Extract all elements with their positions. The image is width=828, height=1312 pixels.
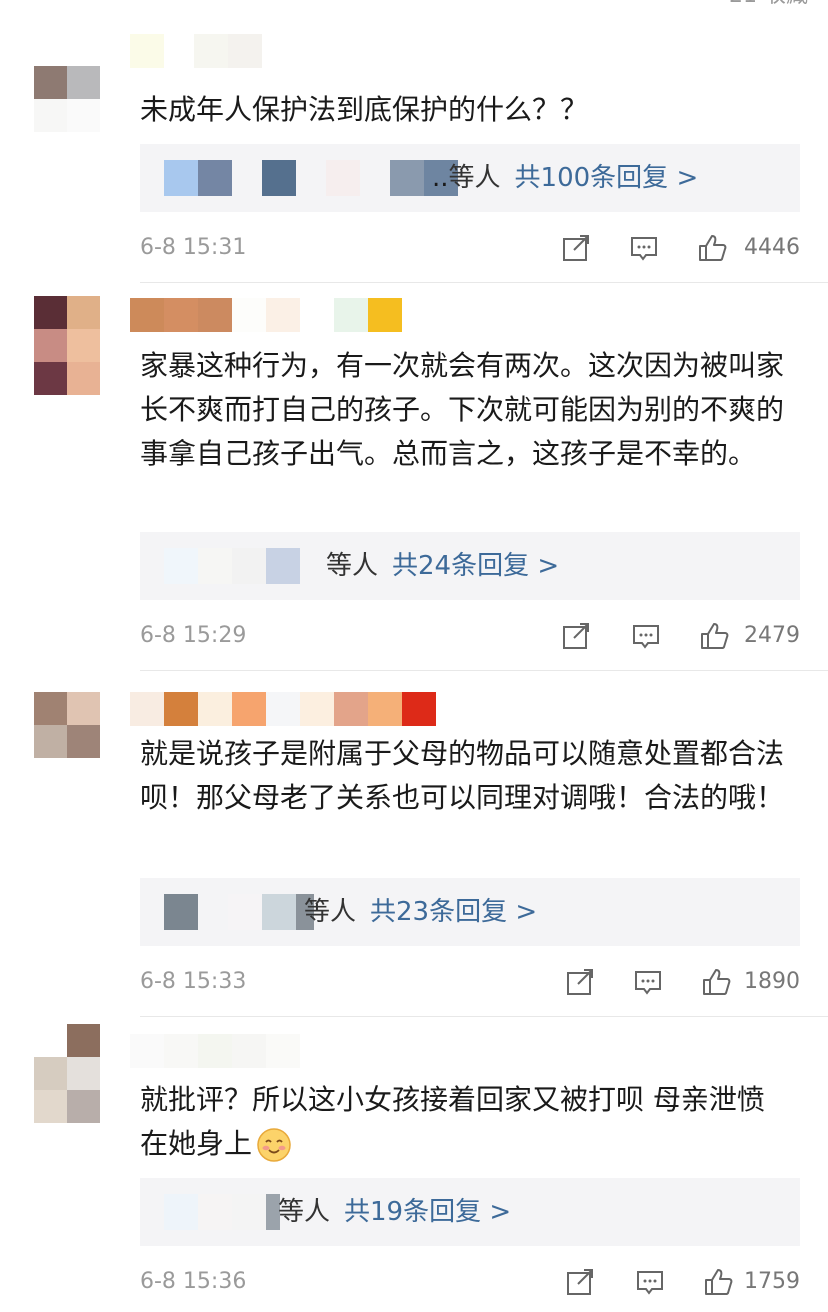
- replies-box[interactable]: 等人 共19条回复 >: [140, 1178, 800, 1246]
- thumbs-up-icon[interactable]: [700, 966, 732, 998]
- username-blurred[interactable]: [130, 298, 402, 332]
- comment-icon[interactable]: [632, 966, 664, 998]
- comment-meta: 6-8 15:33 1890: [140, 962, 800, 1002]
- like-count: 1890: [744, 969, 800, 994]
- comment-meta: 6-8 15:29 2479: [140, 616, 800, 656]
- username-blurred[interactable]: [130, 692, 436, 726]
- reply-etc-label: 等人: [278, 1197, 331, 1227]
- replies-box[interactable]: 等人 共24条回复 >: [140, 532, 800, 600]
- comment-icon[interactable]: [630, 620, 662, 652]
- comment-time: 6-8 15:29: [140, 623, 247, 648]
- comment-meta: 6-8 15:31 4446: [140, 228, 800, 268]
- like-count: 4446: [744, 235, 800, 260]
- comment-item: 就批评？所以这小女孩接着回家又被打呗 母亲泄愤在她身上 等人 共19条回复 > 6…: [0, 1016, 828, 1312]
- comment-time: 6-8 15:31: [140, 235, 247, 260]
- comment-item: 家暴这种行为，有一次就会有两次。这次因为被叫家长不爽而打自己的孩子。下次就可能因…: [0, 282, 828, 670]
- comment-meta: 6-8 15:36 1759: [140, 1262, 800, 1302]
- avatar[interactable]: [34, 692, 100, 758]
- reply-etc-label: 等人: [448, 163, 501, 193]
- thumbs-up-icon[interactable]: [696, 232, 728, 264]
- reply-count-link[interactable]: 共24条回复 >: [392, 551, 559, 581]
- blush-face-emoji: [257, 1128, 291, 1162]
- reply-count-link[interactable]: 共100条回复 >: [515, 163, 699, 193]
- reply-count-link[interactable]: 共19条回复 >: [344, 1197, 511, 1227]
- comment-text: 家暴这种行为，有一次就会有两次。这次因为被叫家长不爽而打自己的孩子。下次就可能因…: [140, 349, 785, 470]
- comment-icon[interactable]: [634, 1266, 666, 1298]
- comment-time: 6-8 15:33: [140, 969, 247, 994]
- avatar[interactable]: [34, 66, 100, 132]
- like-count: 2479: [744, 623, 800, 648]
- reply-avatars: [164, 1194, 280, 1230]
- avatar[interactable]: [34, 1024, 100, 1123]
- share-icon[interactable]: [560, 232, 592, 264]
- comment-text: 就是说孩子是附属于父母的物品可以随意处置都合法呗！那父母老了关系也可以同理对调哦…: [140, 737, 785, 814]
- replies-box[interactable]: 等人 共23条回复 >: [140, 878, 800, 946]
- share-icon[interactable]: [564, 966, 596, 998]
- share-icon[interactable]: [564, 1266, 596, 1298]
- thumbs-up-icon[interactable]: [702, 1266, 734, 1298]
- reply-avatars: [164, 548, 300, 584]
- username-blurred[interactable]: [130, 1034, 300, 1068]
- comment-text: 就批评？所以这小女孩接着回家又被打呗 母亲泄愤在她身上: [140, 1078, 790, 1166]
- reply-count-link[interactable]: 共23条回复 >: [370, 897, 537, 927]
- replies-box[interactable]: ..等人 共100条回复 >: [140, 144, 800, 212]
- username-blurred[interactable]: [130, 34, 262, 68]
- comment-text-body: 就批评？所以这小女孩接着回家又被打呗 母亲泄愤在她身上: [140, 1083, 765, 1160]
- comment-item: 未成年人保护法到底保护的什么？？ ..等人 共100条回复 > 6-8 15:31…: [0, 0, 828, 282]
- like-count: 1759: [744, 1269, 800, 1294]
- avatar[interactable]: [34, 296, 100, 395]
- reply-etc-label: 等人: [326, 551, 379, 581]
- comment-text: 未成年人保护法到底保护的什么？？: [140, 93, 589, 126]
- comment-time: 6-8 15:36: [140, 1269, 247, 1294]
- thumbs-up-icon[interactable]: [698, 620, 730, 652]
- share-icon[interactable]: [560, 620, 592, 652]
- reply-prefix: ..: [432, 163, 449, 193]
- comment-item: 就是说孩子是附属于父母的物品可以随意处置都合法呗！那父母老了关系也可以同理对调哦…: [0, 670, 828, 1016]
- comment-icon[interactable]: [628, 232, 660, 264]
- reply-avatars: [164, 160, 458, 196]
- reply-avatars: [164, 894, 314, 930]
- reply-etc-label: 等人: [304, 897, 357, 927]
